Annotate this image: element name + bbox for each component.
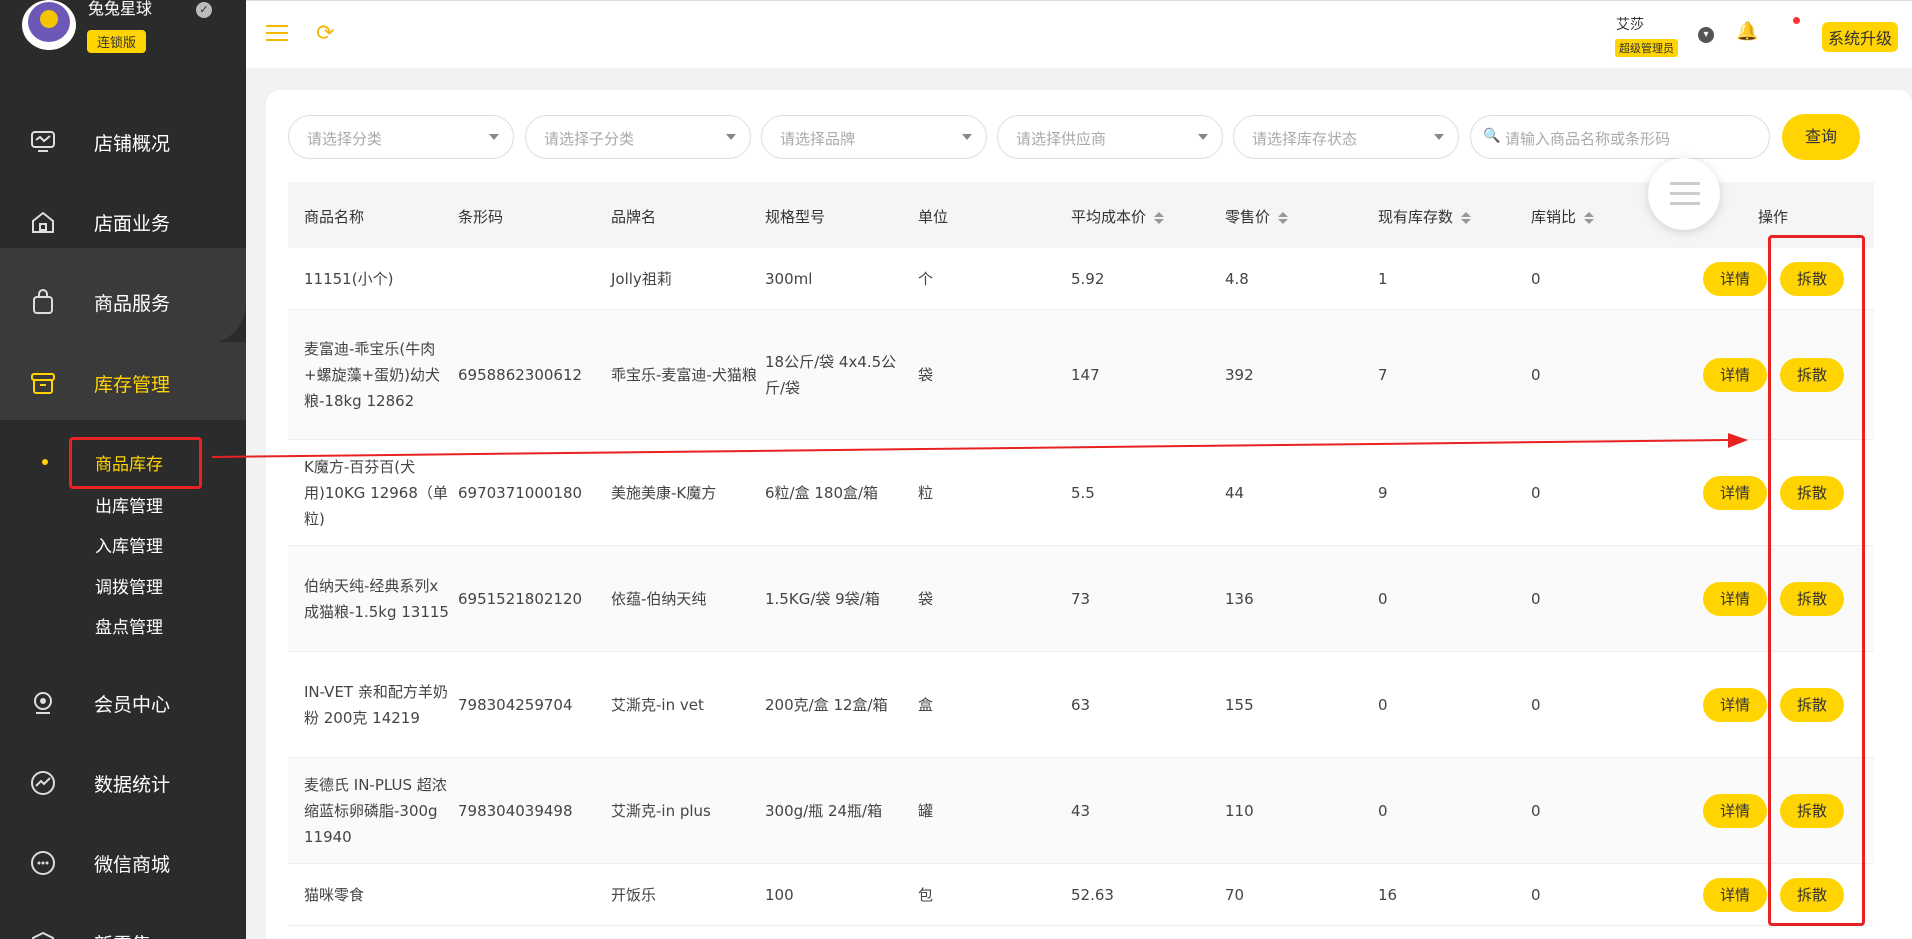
annotation-arrow — [211, 433, 1748, 458]
